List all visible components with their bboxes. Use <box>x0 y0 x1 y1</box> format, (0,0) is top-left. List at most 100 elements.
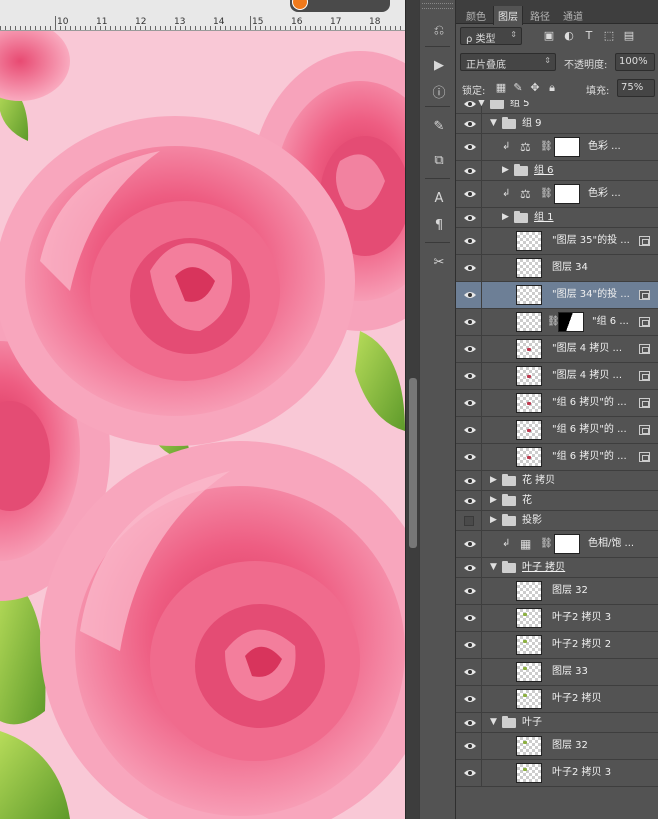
document-canvas[interactable]: 10111213141516171819 <box>0 0 405 819</box>
eye-icon[interactable] <box>464 213 476 223</box>
chevron-down-icon[interactable]: ▼ <box>490 562 497 572</box>
layer-thumbnail[interactable] <box>516 312 542 332</box>
eye-icon[interactable] <box>464 344 476 354</box>
layer-thumbnail[interactable] <box>516 447 542 467</box>
layer-group-row[interactable]: ▶ 投影 <box>456 511 658 531</box>
layer-row[interactable]: "图层 4 拷贝 ... <box>456 336 658 363</box>
eye-icon[interactable] <box>464 236 476 246</box>
eye-icon[interactable] <box>464 317 476 327</box>
info-icon[interactable]: ⓘ <box>429 81 449 101</box>
visibility-cell[interactable] <box>456 605 482 631</box>
visibility-cell[interactable] <box>456 733 482 759</box>
eye-icon[interactable] <box>464 539 476 549</box>
visibility-cell[interactable] <box>456 363 482 389</box>
chevron-right-icon[interactable]: ▶ <box>502 165 509 175</box>
layer-thumbnail[interactable] <box>516 285 542 305</box>
visibility-cell[interactable] <box>456 531 482 557</box>
layer-thumbnail[interactable] <box>516 339 542 359</box>
layer-row[interactable]: ↲ ⚖ ⛓ 色彩 ... <box>456 181 658 208</box>
chevron-right-icon[interactable]: ▶ <box>502 212 509 222</box>
type-filter-icon[interactable]: T <box>582 29 596 43</box>
eye-icon[interactable] <box>464 586 476 596</box>
eye-icon[interactable] <box>464 189 476 199</box>
layer-row[interactable]: 叶子2 拷贝 <box>456 686 658 713</box>
chevron-right-icon[interactable]: ▶ <box>490 515 497 525</box>
pixel-filter-icon[interactable]: ▣ <box>542 29 556 43</box>
visibility-cell[interactable] <box>456 228 482 254</box>
layer-group-row[interactable]: ▶ 组 1 <box>456 208 658 228</box>
eye-icon[interactable] <box>464 667 476 677</box>
layer-thumbnail[interactable] <box>516 366 542 386</box>
visibility-cell[interactable] <box>456 181 482 207</box>
visibility-cell[interactable] <box>456 282 482 308</box>
eye-icon[interactable] <box>464 263 476 273</box>
chevron-down-icon[interactable]: ▼ <box>490 717 497 727</box>
visibility-cell[interactable] <box>456 336 482 362</box>
layer-thumbnail[interactable] <box>516 231 542 251</box>
layer-row[interactable]: 图层 32 <box>456 733 658 760</box>
eye-icon[interactable] <box>464 398 476 408</box>
layer-thumbnail[interactable] <box>516 689 542 709</box>
visibility-cell[interactable] <box>456 686 482 712</box>
visibility-cell[interactable] <box>456 417 482 443</box>
history-icon[interactable]: ⎌ <box>429 20 449 40</box>
smart-object-filter-icon[interactable]: ▤ <box>622 29 636 43</box>
eye-icon[interactable] <box>464 613 476 623</box>
lock-all-icon[interactable]: 🔒︎ <box>545 81 559 95</box>
layer-thumbnail[interactable] <box>516 581 542 601</box>
chevron-right-icon[interactable]: ▶ <box>490 495 497 505</box>
dock-grip[interactable] <box>422 3 453 9</box>
link-chain-icon[interactable]: ⛓ <box>540 141 553 152</box>
tab-color[interactable]: 颜色 <box>462 6 490 24</box>
layer-row[interactable]: ⛓ "组 6 ... <box>456 309 658 336</box>
eye-icon[interactable] <box>464 371 476 381</box>
layer-row[interactable]: ↲ ⚖ ⛓ 色彩 ... <box>456 134 658 161</box>
lock-transparency-icon[interactable]: ▦ <box>494 81 508 95</box>
layer-row[interactable]: 叶子2 拷贝 2 <box>456 632 658 659</box>
tab-paths[interactable]: 路径 <box>526 6 554 24</box>
eye-icon[interactable] <box>464 768 476 778</box>
fill-input[interactable]: 75% <box>617 79 655 97</box>
visibility-cell[interactable] <box>456 578 482 604</box>
layer-group-row[interactable]: ▶ 花 拷贝 <box>456 471 658 491</box>
layer-row[interactable]: "组 6 拷贝"的 ... <box>456 444 658 471</box>
layer-thumbnail[interactable] <box>516 763 542 783</box>
paragraph-icon[interactable]: ¶ <box>429 215 449 235</box>
visibility-cell[interactable] <box>456 632 482 658</box>
actions-icon[interactable]: ▶ <box>429 55 449 75</box>
layer-group-row[interactable]: ▶ 花 <box>456 491 658 511</box>
layer-row[interactable]: 图层 33 <box>456 659 658 686</box>
visibility-cell[interactable] <box>456 114 482 133</box>
layer-row[interactable]: ↲ ▦ ⛓ 色相/饱 ... <box>456 531 658 558</box>
clone-source-icon[interactable]: ⧉ <box>429 150 449 170</box>
link-chain-icon[interactable]: ⛓ <box>540 188 553 199</box>
chevron-down-icon[interactable]: ▼ <box>490 118 497 128</box>
eye-icon[interactable] <box>464 142 476 152</box>
visibility-cell[interactable] <box>456 134 482 160</box>
eye-icon[interactable] <box>464 640 476 650</box>
layer-group-row[interactable]: ▶ 组 6 <box>456 161 658 181</box>
adjustment-mask-thumbnail[interactable] <box>554 534 580 554</box>
adjustment-mask-thumbnail[interactable] <box>554 137 580 157</box>
layer-thumbnail[interactable] <box>516 662 542 682</box>
layer-group-row[interactable]: ▼ 叶子 <box>456 713 658 733</box>
visibility-cell[interactable] <box>456 511 482 530</box>
eye-icon[interactable] <box>464 496 476 506</box>
layer-group-row[interactable]: ▼ 组 5 <box>456 100 658 114</box>
shape-filter-icon[interactable]: ⬚ <box>602 29 616 43</box>
eye-icon[interactable] <box>464 100 476 109</box>
layer-row[interactable]: 叶子2 拷贝 3 <box>456 605 658 632</box>
tool-preset-icon[interactable]: ✂ <box>429 252 449 272</box>
lock-position-icon[interactable]: ✥ <box>528 81 542 95</box>
visibility-cell[interactable] <box>456 713 482 732</box>
eye-icon[interactable] <box>464 290 476 300</box>
eye-icon[interactable] <box>464 166 476 176</box>
layer-row[interactable]: 图层 34 <box>456 255 658 282</box>
adjustment-mask-thumbnail[interactable] <box>554 184 580 204</box>
lock-pixels-icon[interactable]: ✎ <box>511 81 525 95</box>
visibility-cell[interactable] <box>456 444 482 470</box>
chevron-down-icon[interactable]: ▼ <box>478 100 485 108</box>
link-chain-icon[interactable]: ⛓ <box>540 538 553 549</box>
layer-row[interactable]: 叶子2 拷贝 3 <box>456 760 658 787</box>
visibility-cell[interactable] <box>456 390 482 416</box>
